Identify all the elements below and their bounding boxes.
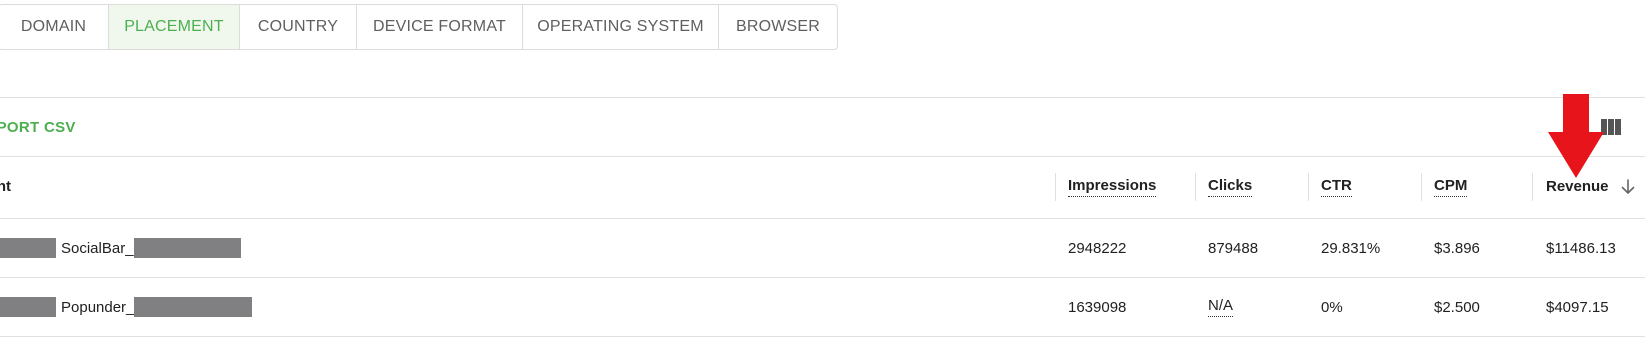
table-toolbar: EXPORT CSV <box>0 97 1645 157</box>
tab-placement[interactable]: PLACEMENT <box>109 5 240 49</box>
column-separator <box>1308 173 1309 201</box>
cpm-cell: $2.500 <box>1434 298 1480 316</box>
column-header-cpm[interactable]: CPM <box>1434 155 1468 218</box>
annotation-arrow-icon <box>1548 94 1604 178</box>
revenue-cell: $11486.13 <box>1546 239 1616 257</box>
arrow-down-icon[interactable] <box>1621 178 1635 195</box>
column-separator <box>1421 173 1422 201</box>
tab-domain[interactable]: DOMAIN <box>0 5 109 49</box>
column-header-ctr[interactable]: CTR <box>1321 155 1352 218</box>
ctr-cell: 29.831% <box>1321 239 1381 257</box>
clicks-na-value: N/A <box>1208 297 1234 317</box>
export-csv-button[interactable]: EXPORT CSV <box>0 98 76 156</box>
column-separator <box>1532 173 1533 201</box>
ctr-cell: 0% <box>1321 298 1343 316</box>
placement-cell[interactable]: SocialBar_ <box>0 219 241 277</box>
column-separator <box>1055 173 1056 201</box>
column-header-impressions[interactable]: Impressions <box>1068 155 1157 218</box>
cpm-cell: $3.896 <box>1434 239 1480 257</box>
clicks-header-label: Clicks <box>1208 177 1253 197</box>
clicks-cell: N/A <box>1208 278 1234 336</box>
column-header-clicks[interactable]: Clicks <box>1208 155 1253 218</box>
column-separator <box>1195 173 1196 201</box>
clicks-cell: 879488 <box>1208 239 1259 257</box>
placement-name-text: Popunder_ <box>61 298 135 316</box>
redacted-block <box>0 297 56 317</box>
redacted-block <box>133 238 241 258</box>
table-row[interactable]: SocialBar_ 2948222 879488 29.831% $3.896… <box>0 219 1645 278</box>
column-header-placement[interactable]: Placement <box>0 155 11 218</box>
report-page: DOMAIN PLACEMENT COUNTRY DEVICE FORMAT O… <box>0 0 1645 339</box>
placement-table: Placement Impressions Clicks CTR CPM Rev… <box>0 155 1645 337</box>
tab-operating-system[interactable]: OPERATING SYSTEM <box>523 5 719 49</box>
placement-cell[interactable]: Popunder_ <box>0 278 253 336</box>
placement-name-text: SocialBar_ <box>61 239 134 257</box>
dimension-tabs: DOMAIN PLACEMENT COUNTRY DEVICE FORMAT O… <box>0 4 838 50</box>
tab-country[interactable]: COUNTRY <box>240 5 357 49</box>
redacted-block <box>0 238 56 258</box>
redacted-block <box>134 297 253 317</box>
impressions-cell: 1639098 <box>1068 298 1127 316</box>
revenue-cell: $4097.15 <box>1546 298 1609 316</box>
tab-browser[interactable]: BROWSER <box>719 5 837 49</box>
table-header-row: Placement Impressions Clicks CTR CPM Rev… <box>0 155 1645 219</box>
impressions-cell: 2948222 <box>1068 239 1127 257</box>
revenue-header-label: Revenue <box>1546 178 1609 195</box>
impressions-header-label: Impressions <box>1068 177 1157 197</box>
tab-device-format[interactable]: DEVICE FORMAT <box>357 5 523 49</box>
ctr-header-label: CTR <box>1321 177 1352 197</box>
view-columns-icon[interactable] <box>1601 119 1621 135</box>
table-row[interactable]: Popunder_ 1639098 N/A 0% $2.500 $4097.15 <box>0 278 1645 337</box>
cpm-header-label: CPM <box>1434 177 1468 197</box>
